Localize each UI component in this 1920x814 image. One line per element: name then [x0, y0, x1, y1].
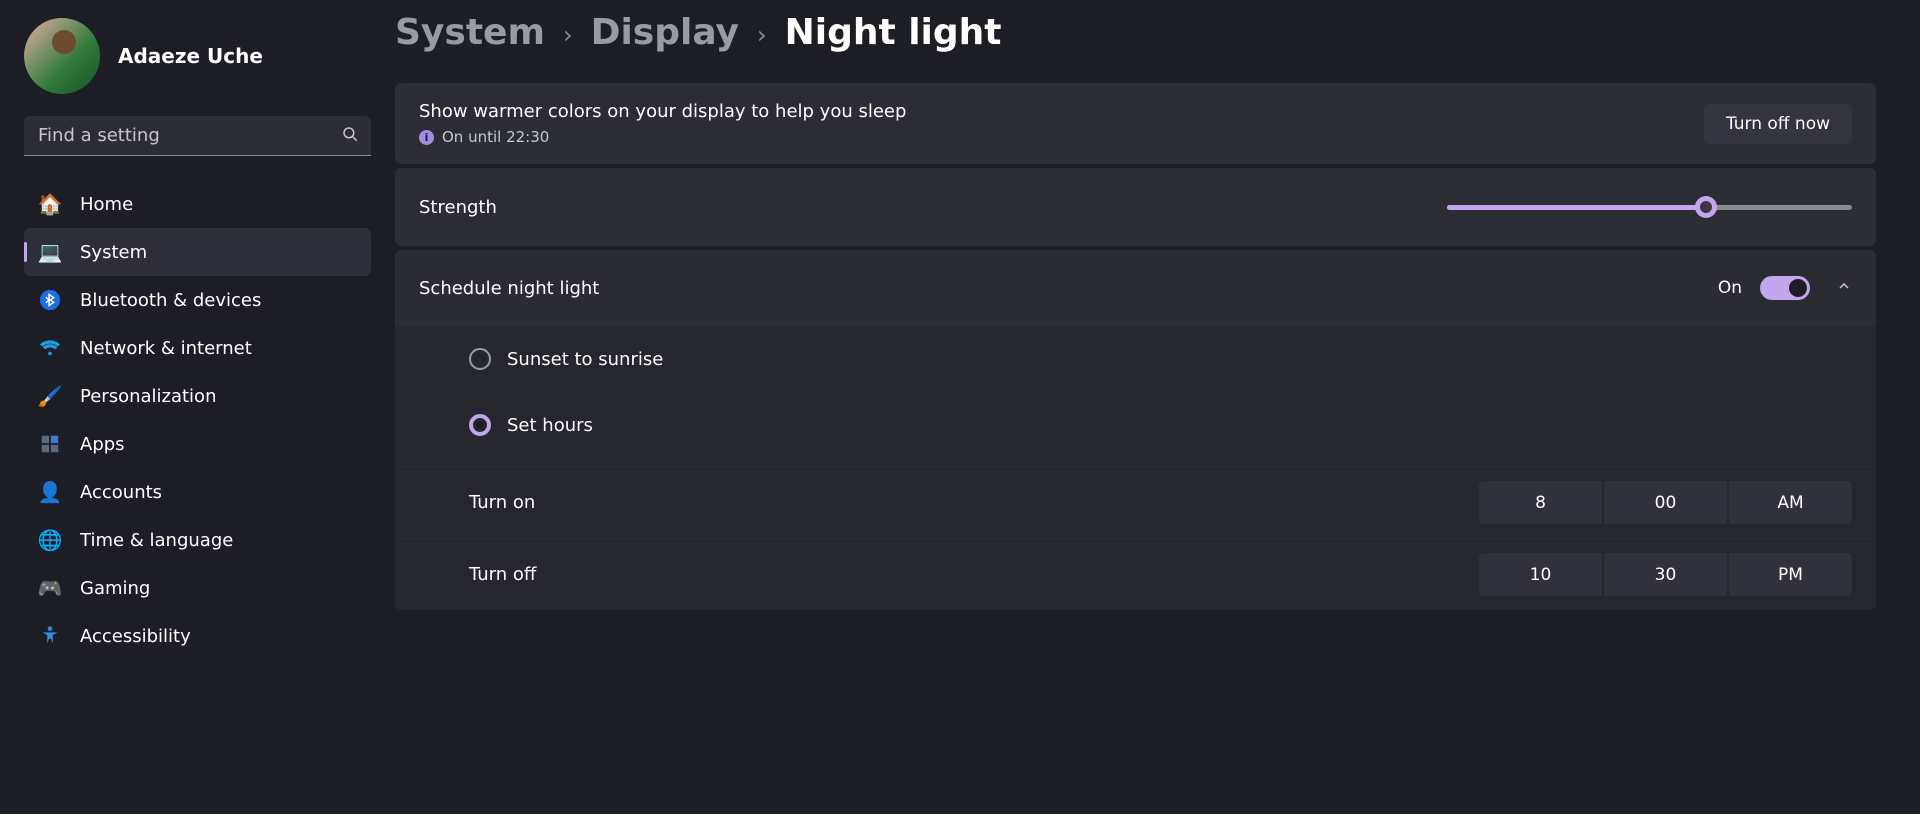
sidebar-item-label: Personalization: [80, 386, 216, 407]
schedule-card: Schedule night light On Sunset to sunris…: [395, 250, 1876, 610]
sidebar-item-bluetooth[interactable]: Bluetooth & devices: [24, 276, 371, 324]
schedule-toggle[interactable]: [1760, 276, 1810, 300]
sidebar-item-network[interactable]: Network & internet: [24, 324, 371, 372]
content-pane: System › Display › Night light Show warm…: [395, 0, 1920, 814]
turn-off-label: Turn off: [469, 564, 536, 585]
search-wrap: [24, 116, 371, 156]
turn-off-time-picker: 10 30 PM: [1479, 553, 1852, 596]
avatar[interactable]: [24, 18, 100, 94]
time-icon: 🌐: [38, 528, 62, 552]
schedule-options: Sunset to sunrise Set hours: [395, 326, 1876, 466]
search-icon[interactable]: [341, 125, 359, 147]
home-icon: 🏠: [38, 192, 62, 216]
chevron-up-icon[interactable]: [1836, 278, 1852, 298]
schedule-label: Schedule night light: [419, 278, 599, 299]
slider-thumb[interactable]: [1695, 196, 1717, 218]
option-set-hours[interactable]: Set hours: [395, 392, 1876, 466]
option-sunset-to-sunrise[interactable]: Sunset to sunrise: [395, 326, 1876, 392]
sidebar-item-time[interactable]: 🌐 Time & language: [24, 516, 371, 564]
sidebar-item-label: Time & language: [80, 530, 233, 551]
user-name: Adaeze Uche: [118, 44, 263, 68]
sidebar-item-label: Accounts: [80, 482, 162, 503]
turn-on-ampm[interactable]: AM: [1729, 481, 1852, 524]
accounts-icon: 👤: [38, 480, 62, 504]
sidebar-item-label: Apps: [80, 434, 125, 455]
sidebar-item-label: Network & internet: [80, 338, 252, 359]
personalization-icon: 🖌️: [38, 384, 62, 408]
turn-off-now-button[interactable]: Turn off now: [1704, 104, 1852, 144]
radio-icon[interactable]: [469, 414, 491, 436]
schedule-toggle-text: On: [1718, 278, 1742, 298]
sidebar-item-label: Home: [80, 194, 133, 215]
breadcrumb-system[interactable]: System: [395, 12, 545, 53]
gaming-icon: 🎮: [38, 576, 62, 600]
turn-off-ampm[interactable]: PM: [1729, 553, 1852, 596]
turn-on-minute[interactable]: 00: [1604, 481, 1727, 524]
night-light-status: On until 22:30: [442, 128, 549, 146]
turn-off-hour[interactable]: 10: [1479, 553, 1602, 596]
turn-off-minute[interactable]: 30: [1604, 553, 1727, 596]
sidebar-item-label: System: [80, 242, 147, 263]
strength-card: Strength: [395, 168, 1876, 246]
radio-icon[interactable]: [469, 348, 491, 370]
turn-on-row: Turn on 8 00 AM: [395, 466, 1876, 538]
sidebar-item-apps[interactable]: Apps: [24, 420, 371, 468]
search-input[interactable]: [24, 116, 371, 156]
turn-off-row: Turn off 10 30 PM: [395, 538, 1876, 610]
sidebar-item-personalization[interactable]: 🖌️ Personalization: [24, 372, 371, 420]
strength-slider[interactable]: [1447, 196, 1852, 218]
strength-label: Strength: [419, 197, 497, 218]
option-label: Set hours: [507, 415, 593, 436]
apps-icon: [38, 432, 62, 456]
chevron-right-icon: ›: [757, 21, 767, 49]
system-icon: 💻: [38, 240, 62, 264]
chevron-right-icon: ›: [563, 21, 573, 49]
sidebar-item-home[interactable]: 🏠 Home: [24, 180, 371, 228]
sidebar-item-accessibility[interactable]: Accessibility: [24, 612, 371, 660]
sidebar-item-label: Accessibility: [80, 626, 191, 647]
sidebar-item-accounts[interactable]: 👤 Accounts: [24, 468, 371, 516]
network-icon: [38, 336, 62, 360]
turn-on-label: Turn on: [469, 492, 535, 513]
sidebar-item-system[interactable]: 💻 System: [24, 228, 371, 276]
sidebar-item-label: Gaming: [80, 578, 150, 599]
sidebar-item-gaming[interactable]: 🎮 Gaming: [24, 564, 371, 612]
turn-on-hour[interactable]: 8: [1479, 481, 1602, 524]
night-light-status-card: Show warmer colors on your display to he…: [395, 83, 1876, 164]
sidebar: Adaeze Uche 🏠 Home 💻 System Bluetooth & devi…: [0, 0, 395, 814]
breadcrumb: System › Display › Night light: [395, 12, 1876, 83]
schedule-header[interactable]: Schedule night light On: [395, 250, 1876, 326]
breadcrumb-display[interactable]: Display: [591, 12, 739, 53]
profile-block[interactable]: Adaeze Uche: [0, 18, 395, 116]
turn-on-time-picker: 8 00 AM: [1479, 481, 1852, 524]
accessibility-icon: [38, 624, 62, 648]
bluetooth-icon: [38, 288, 62, 312]
breadcrumb-current: Night light: [785, 12, 1002, 53]
night-light-description: Show warmer colors on your display to he…: [419, 101, 906, 122]
nav-list: 🏠 Home 💻 System Bluetooth & devices Network &…: [0, 174, 395, 660]
option-label: Sunset to sunrise: [507, 349, 663, 370]
sidebar-item-label: Bluetooth & devices: [80, 290, 261, 311]
info-icon: i: [419, 130, 434, 145]
